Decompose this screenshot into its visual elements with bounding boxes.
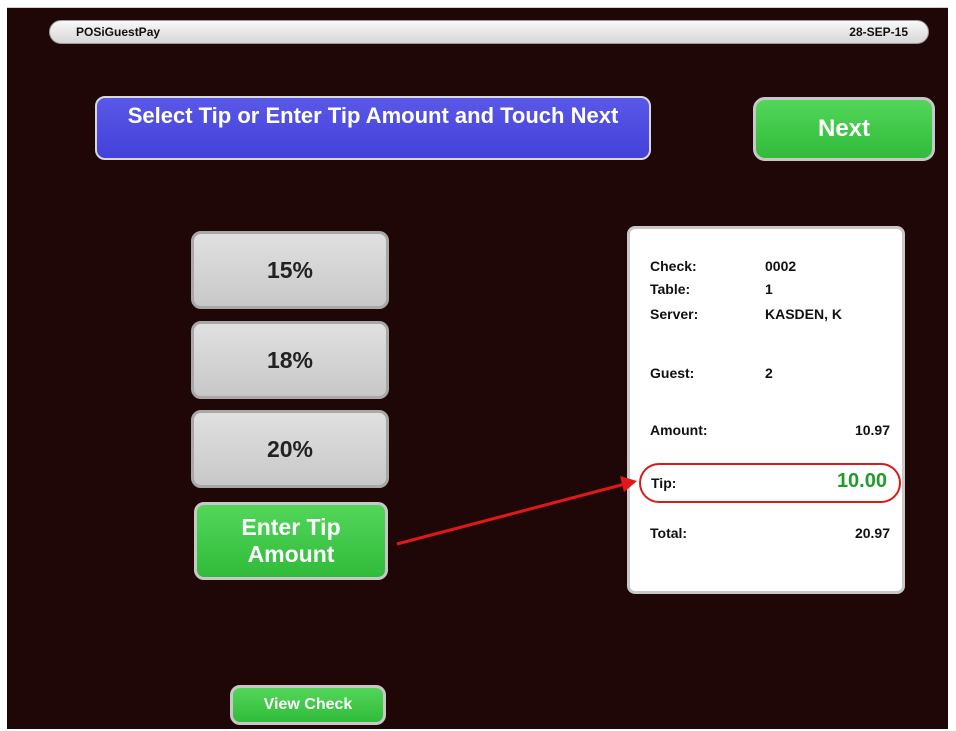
tip-label: Tip: [651,475,677,491]
enter-tip-amount-button[interactable]: Enter Tip Amount [194,502,388,580]
app-title: POSiGuestPay [76,25,161,39]
table-value: 1 [765,281,773,297]
total-value: 20.97 [854,525,890,541]
table-row: Table: 1 [650,281,890,299]
date-display: 28-SEP-15 [849,25,908,39]
app-window: POSiGuestPay 28-SEP-15 Select Tip or Ent… [7,7,948,729]
server-value: KASDEN, K [765,306,843,322]
total-label: Total: [650,525,688,541]
view-check-button[interactable]: View Check [230,685,386,725]
server-row: Server: KASDEN, K [650,306,890,324]
tip-highlight-outline: Tip: 10.00 [639,463,901,503]
instruction-banner: Select Tip or Enter Tip Amount and Touch… [95,96,651,160]
title-bar: POSiGuestPay 28-SEP-15 [49,20,929,44]
server-label: Server: [650,306,699,322]
check-number-row: Check: 0002 [650,258,890,276]
amount-value: 10.97 [854,422,890,438]
amount-row: Amount: 10.97 [650,422,890,440]
amount-label: Amount: [650,422,708,438]
guest-label: Guest: [650,365,695,381]
guest-value: 2 [765,365,773,381]
table-label: Table: [650,281,691,297]
guest-row: Guest: 2 [650,365,890,383]
tip-18-percent-button[interactable]: 18% [191,321,389,399]
check-number-value: 0002 [765,258,797,274]
tip-value: 10.00 [836,470,887,492]
total-row: Total: 20.97 [650,525,890,543]
check-summary-card: Check: 0002 Table: 1 Server: KASDEN, K G… [627,226,905,594]
tip-20-percent-button[interactable]: 20% [191,410,389,488]
next-button[interactable]: Next [753,97,935,161]
tip-15-percent-button[interactable]: 15% [191,231,389,309]
check-label: Check: [650,258,697,274]
